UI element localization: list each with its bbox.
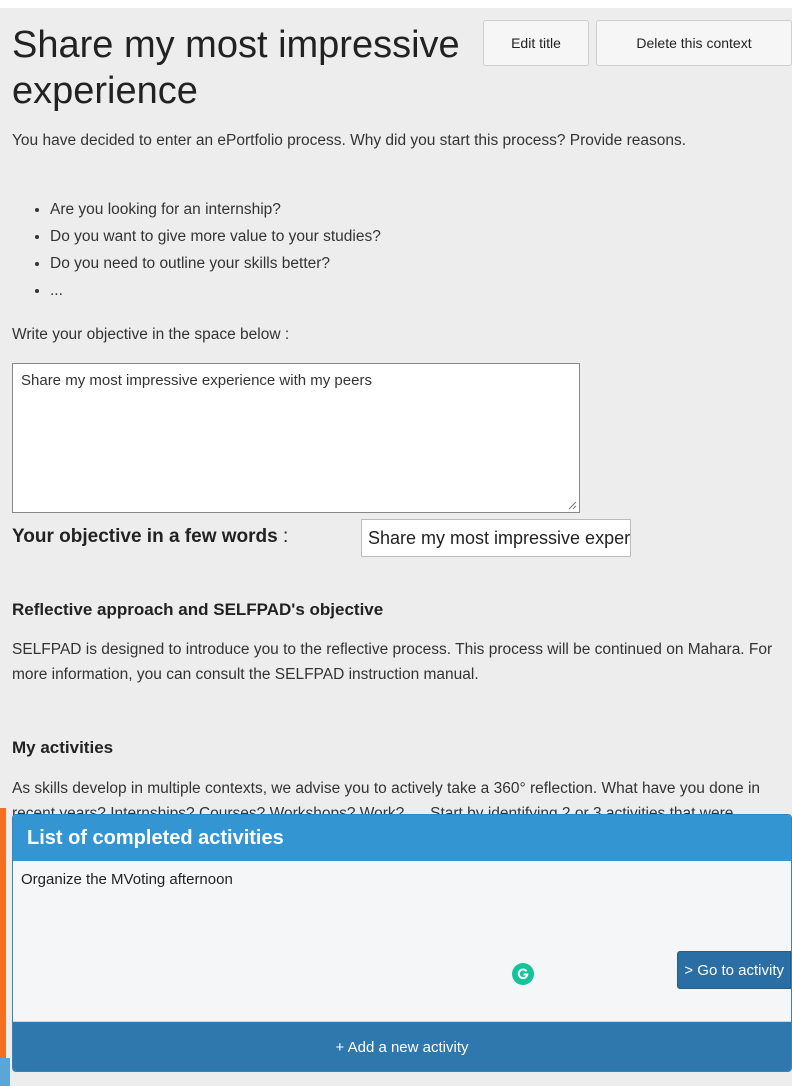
- bullet-item: Do you want to give more value to your s…: [50, 223, 381, 250]
- go-to-activity-button[interactable]: > Go to activity: [677, 951, 791, 989]
- grammarly-icon[interactable]: [512, 963, 534, 985]
- bullet-item: ...: [50, 277, 381, 304]
- delete-context-button[interactable]: Delete this context: [596, 20, 792, 66]
- activity-list-title: List of completed activities: [13, 815, 791, 861]
- activity-name: Organize the MVoting afternoon: [21, 871, 233, 888]
- short-objective-input[interactable]: Share my most impressive experience with…: [361, 519, 631, 557]
- short-objective-label: Your objective in a few words :: [12, 526, 288, 548]
- bullet-item: Are you looking for an internship?: [50, 196, 381, 223]
- short-objective-label-text: Your objective in a few words: [12, 526, 278, 547]
- objective-prompt: Write your objective in the space below …: [12, 326, 290, 343]
- objective-textarea[interactable]: Share my most impressive experience with…: [12, 363, 580, 513]
- bullet-item: Do you need to outline your skills bette…: [50, 250, 381, 277]
- resize-grip-icon[interactable]: [567, 500, 577, 510]
- accent-strip-blue: [0, 1058, 10, 1086]
- reflective-heading: Reflective approach and SELFPAD's object…: [12, 600, 384, 619]
- objective-textarea-value: Share my most impressive experience with…: [21, 372, 372, 389]
- page-title: Share my most impressive experience: [12, 24, 460, 112]
- list-item: Organize the MVoting afternoon > Go to a…: [13, 861, 791, 1022]
- activities-heading: My activities: [12, 738, 114, 757]
- intro-bullet-list: Are you looking for an internship? Do yo…: [30, 196, 381, 304]
- accent-strip: [0, 808, 6, 1058]
- add-activity-button[interactable]: + Add a new activity: [13, 1022, 791, 1071]
- top-strip: [0, 0, 792, 8]
- short-objective-label-sep: :: [277, 526, 289, 547]
- edit-title-button[interactable]: Edit title: [483, 20, 589, 66]
- intro-text: You have decided to enter an ePortfolio …: [12, 132, 687, 149]
- activity-list-panel: List of completed activities Organize th…: [12, 814, 792, 1072]
- reflective-text: SELFPAD is designed to introduce you to …: [12, 641, 773, 683]
